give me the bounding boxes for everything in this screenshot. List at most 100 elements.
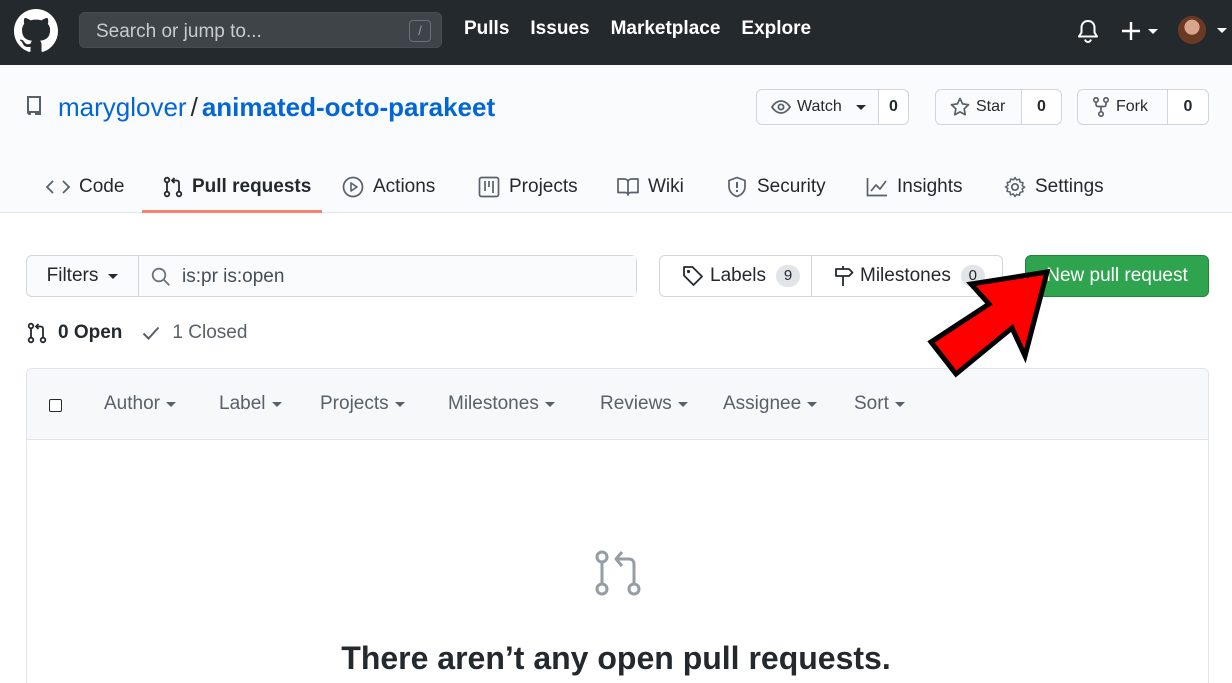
project-icon — [478, 176, 500, 198]
label-filter[interactable]: Label — [219, 393, 282, 415]
labels-button[interactable]: Labels 9 — [660, 256, 812, 296]
annotation-arrow-icon — [927, 268, 1051, 378]
pr-state-toggles: 0 Open 1 Closed — [26, 322, 247, 344]
fork-icon — [1092, 97, 1110, 117]
chevron-down-icon — [544, 401, 555, 407]
closed-prs-link[interactable]: 1 Closed — [142, 322, 247, 344]
tab-label: Pull requests — [192, 176, 312, 197]
repo-icon — [27, 96, 41, 115]
tab-actions[interactable]: Actions — [342, 161, 435, 213]
git-pull-request-icon — [27, 322, 47, 344]
tab-wiki[interactable]: Wiki — [617, 161, 684, 213]
play-icon — [342, 176, 364, 198]
star-button[interactable]: Star 0 — [935, 89, 1062, 125]
filters-dropdown-button[interactable]: Filters — [27, 256, 139, 296]
reviews-filter[interactable]: Reviews — [600, 393, 688, 415]
create-new-menu[interactable] — [1120, 17, 1160, 45]
milestone-icon — [835, 266, 854, 286]
pull-request-list: Author Label Projects Milestones Reviews… — [26, 368, 1209, 683]
tab-label: Security — [757, 176, 826, 197]
tab-settings[interactable]: Settings — [1004, 161, 1104, 213]
repo-title-separator: / — [190, 92, 198, 122]
search-placeholder: Search or jump to... — [96, 21, 262, 42]
fork-button[interactable]: Fork 0 — [1077, 89, 1209, 125]
avatar — [1178, 16, 1206, 44]
labels-count: 9 — [776, 265, 800, 287]
column-label: Projects — [320, 393, 389, 414]
filters-label: Filters — [46, 265, 99, 286]
chevron-down-icon — [108, 273, 119, 279]
tab-label: Projects — [509, 176, 578, 197]
tag-icon — [683, 266, 703, 286]
chevron-down-icon — [807, 401, 818, 407]
github-logo-icon[interactable] — [14, 9, 58, 53]
user-menu[interactable] — [1178, 16, 1227, 46]
tab-label: Code — [79, 176, 125, 197]
filter-search-input[interactable]: is:pr is:open — [139, 256, 636, 296]
code-icon — [46, 180, 70, 194]
tab-code[interactable]: Code — [46, 161, 124, 213]
filter-bar: Filters is:pr is:open — [26, 255, 637, 297]
column-label: Assignee — [723, 393, 802, 414]
gear-icon — [1004, 176, 1026, 198]
tab-insights[interactable]: Insights — [866, 161, 962, 213]
active-tab-indicator — [142, 210, 322, 213]
repo-name-link[interactable]: animated-octo-parakeet — [202, 92, 495, 122]
empty-state-title: There aren’t any open pull requests. — [341, 640, 891, 676]
global-nav: Pulls Issues Marketplace Explore — [464, 18, 811, 40]
milestones-filter[interactable]: Milestones — [448, 393, 555, 415]
repo-header: maryglover / animated-octo-parakeet Watch … — [0, 65, 1232, 213]
closed-count: 1 Closed — [172, 322, 248, 343]
nav-link-marketplace[interactable]: Marketplace — [611, 18, 721, 40]
search-shortcut-hint: / — [409, 20, 431, 42]
column-label: Author — [104, 393, 160, 414]
sort-dropdown[interactable]: Sort — [854, 393, 905, 415]
watch-count[interactable]: 0 — [879, 90, 908, 124]
labels-label: Labels — [710, 265, 766, 286]
repo-owner-link[interactable]: maryglover — [58, 92, 187, 122]
eye-icon — [771, 100, 791, 114]
tab-pull-requests[interactable]: Pull requests — [163, 161, 311, 213]
star-icon — [950, 97, 970, 116]
chevron-down-icon — [894, 401, 905, 407]
chevron-down-icon — [1217, 28, 1227, 33]
graph-icon — [866, 178, 887, 197]
fork-count[interactable]: 0 — [1168, 90, 1208, 124]
nav-link-pulls[interactable]: Pulls — [464, 18, 509, 40]
select-all-checkbox[interactable] — [49, 399, 62, 412]
assignee-filter[interactable]: Assignee — [723, 393, 818, 415]
chevron-down-icon — [271, 401, 282, 407]
tab-label: Insights — [897, 176, 963, 197]
nav-link-issues[interactable]: Issues — [530, 18, 589, 40]
open-count: 0 Open — [58, 322, 123, 343]
projects-filter[interactable]: Projects — [320, 393, 405, 415]
open-prs-link[interactable]: 0 Open — [26, 322, 122, 344]
chevron-down-icon — [1148, 29, 1158, 34]
star-count[interactable]: 0 — [1022, 90, 1061, 124]
tab-label: Wiki — [648, 176, 684, 197]
shield-icon — [728, 176, 746, 198]
watch-button[interactable]: Watch 0 — [756, 89, 909, 125]
tab-label: Settings — [1035, 176, 1104, 197]
nav-link-explore[interactable]: Explore — [741, 18, 811, 40]
chevron-down-icon — [677, 401, 688, 407]
chevron-down-icon — [394, 401, 405, 407]
watch-button-main[interactable]: Watch — [757, 90, 879, 124]
git-pull-request-icon — [595, 550, 641, 596]
star-button-main[interactable]: Star — [936, 90, 1022, 124]
search-icon — [151, 267, 170, 286]
chevron-down-icon — [855, 104, 866, 110]
chevron-down-icon — [165, 401, 176, 407]
search-input[interactable]: Search or jump to... / — [79, 12, 442, 48]
author-filter[interactable]: Author — [104, 393, 176, 415]
repo-tabs: Code Pull requests Actions Projects Wiki… — [0, 161, 1232, 213]
fork-label: Fork — [1116, 98, 1148, 115]
column-label: Sort — [854, 393, 889, 414]
fork-button-main[interactable]: Fork — [1078, 90, 1168, 124]
star-label: Star — [976, 98, 1006, 115]
plus-icon — [1122, 22, 1140, 40]
tab-projects[interactable]: Projects — [478, 161, 578, 213]
filter-query: is:pr is:open — [182, 266, 285, 287]
notifications-bell-icon[interactable] — [1076, 18, 1100, 44]
tab-security[interactable]: Security — [726, 161, 826, 213]
